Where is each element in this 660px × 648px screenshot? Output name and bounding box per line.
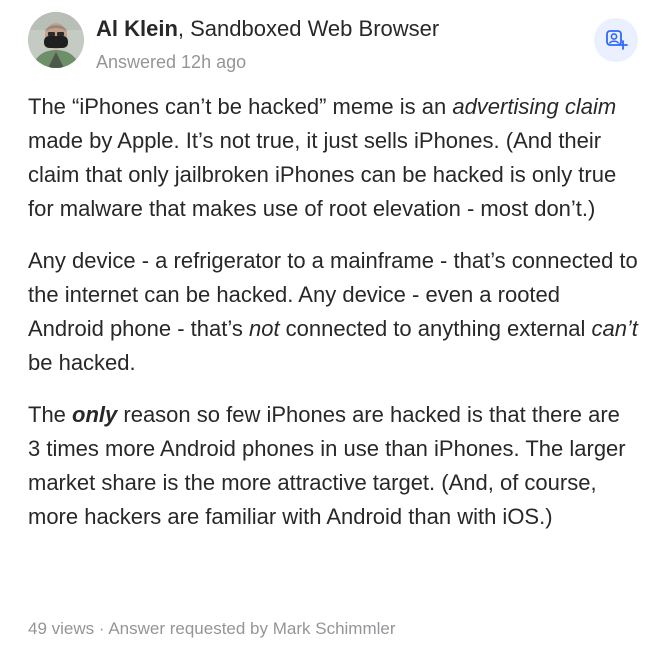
answer-requested-by[interactable]: Answer requested by Mark Schimmler	[108, 619, 395, 638]
answer-paragraph-2: Any device - a refrigerator to a mainfra…	[28, 244, 638, 380]
answer-emphasis: can’t	[591, 316, 638, 341]
answer-text: The “iPhones can’t be hacked” meme is an	[28, 94, 453, 119]
answer-text: The	[28, 402, 73, 427]
answer-paragraph-3: The only reason so few iPhones are hacke…	[28, 398, 638, 534]
avatar[interactable]	[28, 12, 84, 68]
user-add-icon	[606, 30, 628, 50]
answer-strong-emphasis: only	[72, 402, 118, 427]
answered-time: Answered 12h ago	[96, 52, 247, 72]
answer-body: The “iPhones can’t be hacked” meme is an…	[28, 90, 638, 552]
answer-text: reason so few iPhones are hacked is that…	[28, 402, 626, 529]
answer-text: made by Apple. It’s not true, it just se…	[28, 128, 617, 221]
answer-footer: 49 views · Answer requested by Mark Schi…	[28, 618, 396, 640]
avatar-photo	[28, 12, 84, 68]
answer-emphasis: not	[248, 316, 280, 341]
request-answer-button[interactable]	[594, 18, 638, 62]
answer-text: be hacked.	[28, 350, 136, 375]
footer-separator: ·	[94, 619, 109, 638]
author-line: Al Klein, Sandboxed Web Browser	[96, 15, 439, 43]
answer-emphasis: advertising claim	[452, 94, 617, 119]
views-count[interactable]: 49 views	[28, 619, 94, 638]
answer-text: connected to anything external	[279, 316, 592, 341]
answer-header: Al Klein, Sandboxed Web Browser Answered…	[28, 12, 638, 76]
answer-strong: only	[72, 402, 117, 427]
answer-paragraph-1: The “iPhones can’t be hacked” meme is an…	[28, 90, 638, 226]
author-name[interactable]: Al Klein	[96, 16, 178, 41]
author-credential: , Sandboxed Web Browser	[177, 16, 440, 41]
